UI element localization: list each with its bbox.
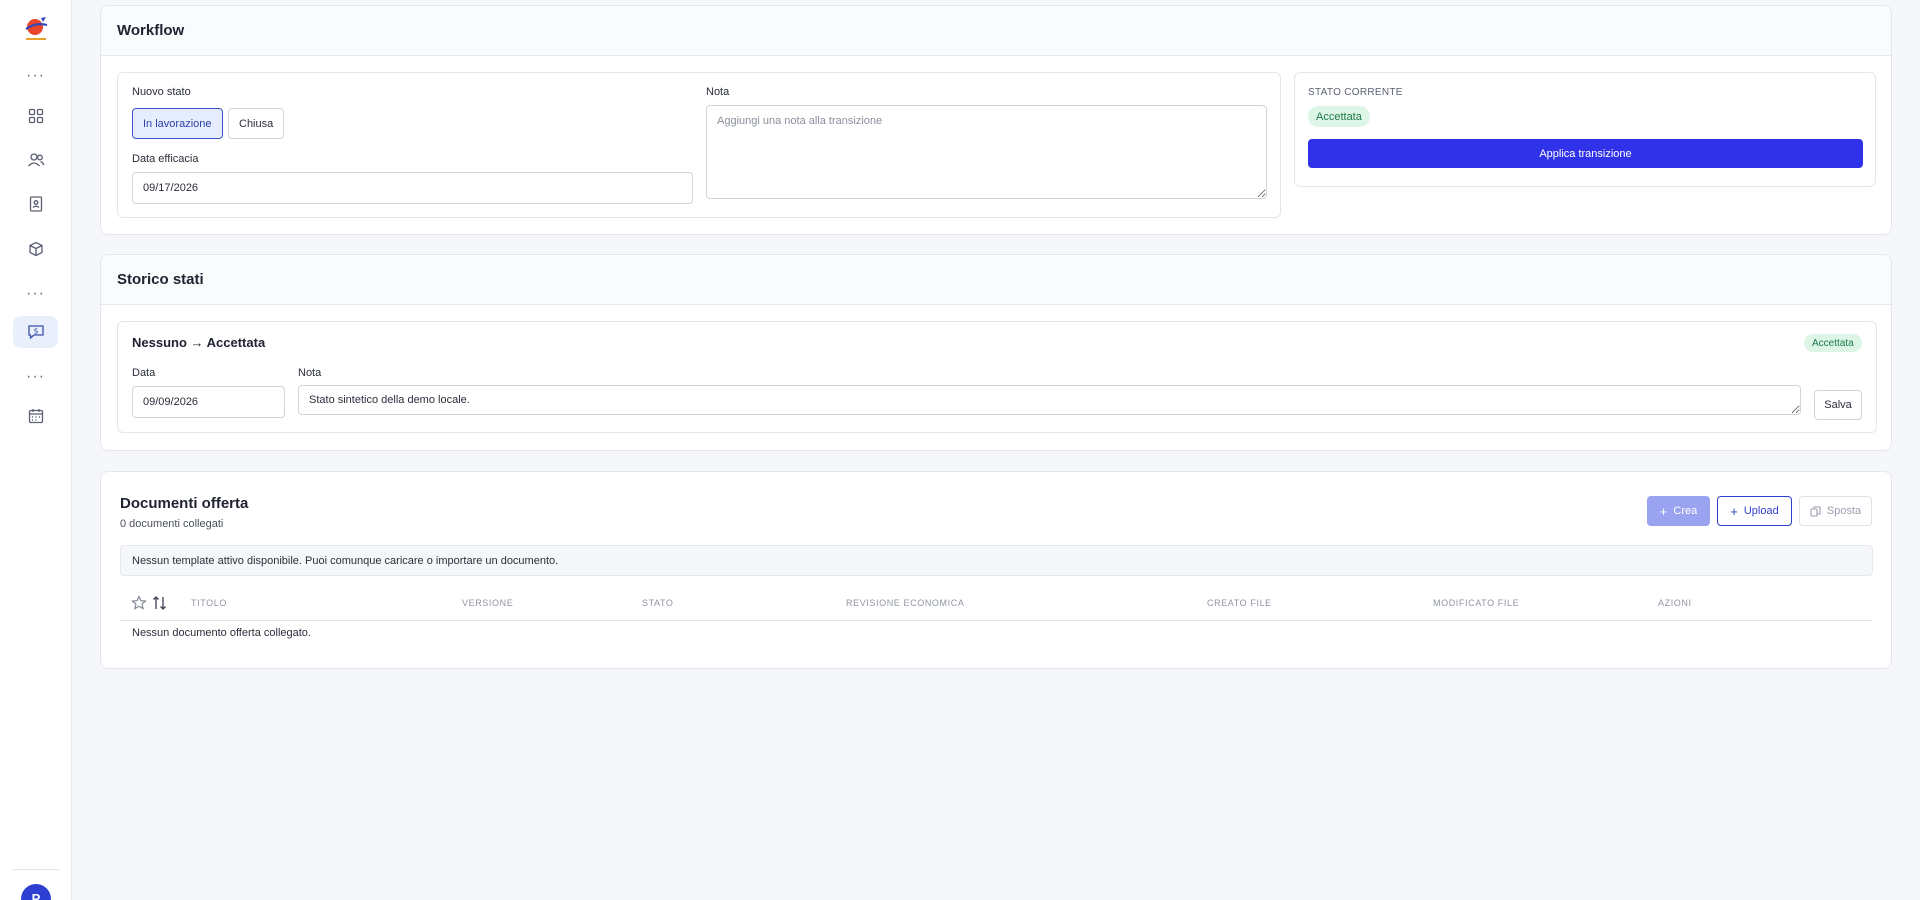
- column-header-revisione-economica[interactable]: REVISIONE ECONOMICA: [846, 598, 964, 608]
- box-icon: [28, 241, 43, 257]
- users-icon: [27, 153, 44, 167]
- sidebar-more-button-1[interactable]: ···: [13, 60, 58, 92]
- effective-date-input[interactable]: 09/17/2026: [132, 172, 693, 204]
- apply-transition-button[interactable]: Applica transizione: [1308, 139, 1863, 168]
- more-dots-icon: ···: [26, 67, 45, 84]
- history-save-button[interactable]: Salva: [1814, 390, 1862, 420]
- company-logo[interactable]: [22, 14, 50, 42]
- column-header-azioni: AZIONI: [1658, 598, 1692, 608]
- sidebar-more-button-3[interactable]: ···: [13, 361, 58, 393]
- history-state-badge: Accettata: [1804, 334, 1862, 352]
- contacts-book-icon: [29, 196, 42, 212]
- state-option-chiusa[interactable]: Chiusa: [228, 108, 285, 139]
- sidebar-item-products[interactable]: [13, 233, 58, 265]
- column-header-stato[interactable]: STATO: [642, 598, 674, 608]
- plus-icon: +: [1659, 503, 1668, 519]
- empty-table-message: Nessun documento offerta collegato.: [132, 627, 311, 639]
- sidebar-item-calendar[interactable]: [13, 400, 58, 432]
- create-button-label: Crea: [1673, 505, 1698, 517]
- current-state-badge: Accettata: [1308, 106, 1370, 127]
- history-transition-text: Nessuno → Accettata: [132, 335, 266, 350]
- upload-button-label: Upload: [1743, 505, 1779, 517]
- calendar-icon: [28, 409, 43, 424]
- current-state-panel: STATO CORRENTE Accettata Applica transiz…: [1294, 72, 1876, 187]
- plus-icon: +: [1730, 503, 1738, 519]
- table-header-divider: [120, 620, 1873, 621]
- column-header-versione[interactable]: VERSIONE: [462, 598, 513, 608]
- transition-note-textarea[interactable]: [706, 105, 1267, 199]
- history-date-label: Data: [132, 367, 156, 379]
- history-entry: Nessuno → Accettata Accettata Data 09/09…: [117, 321, 1877, 433]
- workflow-card: Workflow Nuovo stato In lavorazione Chiu…: [100, 5, 1892, 235]
- current-state-label: STATO CORRENTE: [1308, 87, 1403, 98]
- history-card: Storico stati Nessuno → Accettata Accett…: [100, 254, 1892, 451]
- transition-form-panel: Nuovo stato In lavorazione Chiusa Data e…: [117, 72, 1281, 218]
- sidebar: ··· ··· $ ··· P: [0, 0, 72, 900]
- column-header-titolo[interactable]: TITOLO: [191, 598, 227, 608]
- more-dots-icon: ···: [26, 285, 45, 302]
- history-note-label: Nota: [298, 367, 322, 379]
- history-note-textarea[interactable]: Stato sintetico della demo locale.: [298, 385, 1801, 415]
- no-template-notice: Nessun template attivo disponibile. Puoi…: [120, 545, 1873, 576]
- note-label: Nota: [706, 86, 730, 98]
- documents-card: Documenti offerta 0 documenti collegati …: [100, 471, 1892, 669]
- workflow-title: Workflow: [101, 6, 1891, 56]
- sidebar-more-button-2[interactable]: ···: [13, 278, 58, 310]
- effective-date-label: Data efficacia: [132, 153, 199, 165]
- column-header-modificato-file[interactable]: MODIFICATO FILE: [1433, 598, 1519, 608]
- more-dots-icon: ···: [26, 368, 45, 385]
- offer-chat-icon: $: [27, 325, 44, 340]
- star-icon[interactable]: [131, 595, 147, 611]
- sidebar-item-dashboard[interactable]: [13, 100, 58, 132]
- upload-document-button[interactable]: + Upload: [1717, 496, 1792, 526]
- sort-icon[interactable]: [152, 595, 167, 611]
- sidebar-item-offers[interactable]: $: [13, 316, 58, 348]
- sidebar-item-users[interactable]: [13, 144, 58, 176]
- column-header-creato-file[interactable]: CREATO FILE: [1207, 598, 1272, 608]
- move-document-button[interactable]: Sposta: [1799, 496, 1872, 526]
- sidebar-divider: [13, 869, 59, 870]
- sidebar-item-contacts[interactable]: [13, 188, 58, 220]
- documents-title: Documenti offerta: [120, 495, 249, 512]
- move-button-label: Sposta: [1826, 505, 1862, 517]
- create-document-button[interactable]: + Crea: [1647, 496, 1710, 526]
- grid-icon: [28, 108, 43, 124]
- state-option-in-lavorazione[interactable]: In lavorazione: [132, 108, 223, 139]
- avatar[interactable]: P: [21, 884, 51, 900]
- history-title: Storico stati: [101, 255, 1891, 305]
- new-state-label: Nuovo stato: [132, 86, 191, 98]
- documents-count: 0 documenti collegati: [120, 518, 224, 530]
- move-icon: [1810, 505, 1821, 517]
- svg-text:$: $: [33, 327, 38, 336]
- history-date-input[interactable]: 09/09/2026: [132, 386, 285, 418]
